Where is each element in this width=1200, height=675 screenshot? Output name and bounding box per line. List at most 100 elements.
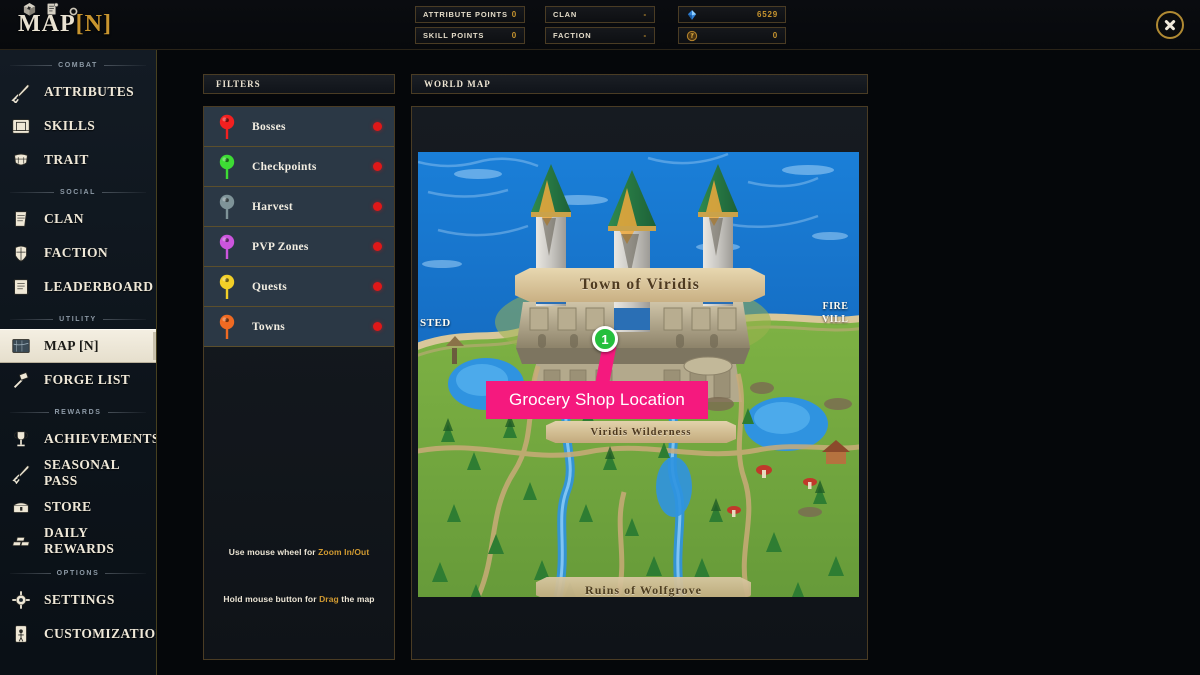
attribute-stat-group: ATTRIBUTE POINTS 0 SKILL POINTS 0	[415, 6, 525, 48]
filter-label: Checkpoints	[252, 160, 317, 173]
sidebar-section-label: SOCIAL	[59, 189, 97, 196]
sidebar-item-daily-rewards[interactable]: DAILY REWARDS	[0, 524, 156, 558]
social-stat-group: CLAN - FACTION -	[545, 6, 655, 48]
filters-panel-title: FILTERS	[216, 79, 261, 89]
map-pin-icon	[218, 314, 236, 340]
sidebar-section-label: OPTIONS	[56, 570, 100, 577]
close-icon[interactable]	[1156, 11, 1184, 39]
filter-toggle-dot[interactable]	[373, 162, 382, 171]
filter-row-harvest[interactable]: Harvest	[204, 187, 394, 227]
sidebar-item-label: CUSTOMIZATION	[44, 626, 157, 641]
map-pin-icon	[218, 114, 236, 140]
filter-row-checkpoints[interactable]: Checkpoints	[204, 147, 394, 187]
currency-group: 6529 0	[678, 6, 786, 48]
hint-zoom: Use mouse wheel for Zoom In/Out	[204, 547, 394, 557]
filter-row-quests[interactable]: Quests	[204, 267, 394, 307]
world-map-header: WORLD MAP	[411, 74, 868, 94]
character-card-icon	[8, 622, 34, 646]
grocery-shop-tooltip: Grocery Shop Location	[486, 381, 708, 419]
window-title-hotkey: [N]	[75, 11, 112, 37]
sidebar-item-seasonal-pass[interactable]: SEASONAL PASS	[0, 456, 156, 490]
sidebar-item-attributes[interactable]: ATTRIBUTES	[0, 75, 156, 109]
sidebar-item-map-n[interactable]: MAP [N]	[0, 329, 156, 363]
sidebar-item-label: ACHIEVEMENTS	[44, 431, 157, 446]
sidebar-item-store[interactable]: STORE	[0, 490, 156, 524]
stat-value: 0	[511, 31, 517, 40]
window-title-text: MAP	[18, 11, 76, 37]
sidebar-item-leaderboard[interactable]: LEADERBOARD	[0, 270, 156, 304]
filter-toggle-dot[interactable]	[373, 322, 382, 331]
sidebar-item-label: CLAN	[44, 211, 84, 226]
gem-icon	[687, 9, 697, 20]
stat-value: -	[643, 10, 647, 19]
hint-suffix: the map	[338, 594, 375, 604]
map-marker-badge[interactable]: 1	[592, 326, 618, 352]
hammer-icon	[8, 368, 34, 392]
map-banner-town-text: Town of Viridis	[580, 276, 700, 293]
sidebar-item-forge-list[interactable]: FORGE LIST	[0, 363, 156, 397]
scroll-icon	[8, 275, 34, 299]
sidebar-item-label: MAP [N]	[44, 338, 99, 353]
sidebar-item-label: ATTRIBUTES	[44, 84, 135, 99]
map-icon	[8, 334, 34, 358]
map-viewport[interactable]: Town of Viridis Viridis Wilderness Ruins…	[418, 152, 859, 597]
world-map-body: Town of Viridis Viridis Wilderness Ruins…	[411, 106, 868, 660]
sidebar-item-label: SEASONAL PASS	[44, 457, 120, 488]
sidebar-item-customization[interactable]: CUSTOMIZATION	[0, 617, 156, 651]
filter-row-pvp-zones[interactable]: PVP Zones	[204, 227, 394, 267]
sidebar-item-label: SETTINGS	[44, 592, 115, 607]
sidebar-section-label: COMBAT	[58, 62, 98, 69]
tooltip-text: Grocery Shop Location	[509, 390, 685, 409]
sidebar-item-trait[interactable]: TRAIT	[0, 143, 156, 177]
filters-panel: FILTERS Bosses Checkpoints Harvest PVP Zone…	[203, 74, 395, 660]
stat-label: CLAN	[553, 10, 578, 19]
sidebar-item-label: STORE	[44, 499, 92, 514]
sidebar-item-label: DAILY REWARDS	[44, 525, 115, 556]
stat-label: ATTRIBUTE POINTS	[423, 10, 508, 19]
stat-value: -	[643, 31, 647, 40]
filter-toggle-dot[interactable]	[373, 242, 382, 251]
sidebar-section-options: OPTIONS	[10, 570, 146, 577]
hint-highlight: Drag	[319, 594, 339, 604]
filter-toggle-dot[interactable]	[373, 122, 382, 131]
map-image	[418, 152, 859, 597]
filter-toggle-dot[interactable]	[373, 282, 382, 291]
gold-bars-icon	[8, 529, 34, 553]
map-banner-town: Town of Viridis	[515, 268, 765, 302]
filter-label: Bosses	[252, 120, 286, 133]
trophy-icon	[8, 427, 34, 451]
world-map-title: WORLD MAP	[424, 79, 491, 89]
sidebar-item-faction[interactable]: FACTION	[0, 236, 156, 270]
sidebar-section-utility: UTILITY	[10, 316, 146, 323]
filter-toggle-dot[interactable]	[373, 202, 382, 211]
sword-icon	[8, 80, 34, 104]
armor-icon	[8, 148, 34, 172]
map-banner-bottom: Ruins of Wolfgrove	[536, 577, 751, 597]
sidebar-section-combat: COMBAT	[10, 62, 146, 69]
sidebar-item-achievements[interactable]: ACHIEVEMENTS	[0, 422, 156, 456]
filters-panel-header: FILTERS	[203, 74, 395, 94]
sidebar-item-skills[interactable]: SKILLS	[0, 109, 156, 143]
stat-faction: FACTION -	[545, 27, 655, 44]
map-banner-wilderness-text: Viridis Wilderness	[590, 426, 692, 438]
sidebar-item-settings[interactable]: SETTINGS	[0, 583, 156, 617]
window-title: MAP[N]	[18, 11, 112, 38]
sidebar-item-label: LEADERBOARD	[44, 279, 154, 294]
sidebar-section-rewards: REWARDS	[10, 409, 147, 416]
sidebar: COMBAT ATTRIBUTES SKILLS TRAIT SOCIAL CLAN FAC…	[0, 50, 157, 675]
gear-icon	[8, 588, 34, 612]
map-edge-label-left: STED	[420, 317, 451, 329]
filter-label: Quests	[252, 280, 288, 293]
filter-row-towns[interactable]: Towns	[204, 307, 394, 347]
sidebar-section-social: SOCIAL	[10, 189, 147, 196]
sidebar-item-clan[interactable]: CLAN	[0, 202, 156, 236]
filter-row-bosses[interactable]: Bosses	[204, 107, 394, 147]
filter-label: Towns	[252, 320, 286, 333]
sidebar-item-label: TRAIT	[44, 152, 89, 167]
map-banner-bottom-text: Ruins of Wolfgrove	[585, 582, 702, 597]
map-marker-number: 1	[601, 331, 609, 347]
filter-label: PVP Zones	[252, 240, 309, 253]
map-banner-wilderness: Viridis Wilderness	[546, 421, 736, 443]
map-pin-icon	[218, 194, 236, 220]
stat-attribute-points: ATTRIBUTE POINTS 0	[415, 6, 525, 23]
